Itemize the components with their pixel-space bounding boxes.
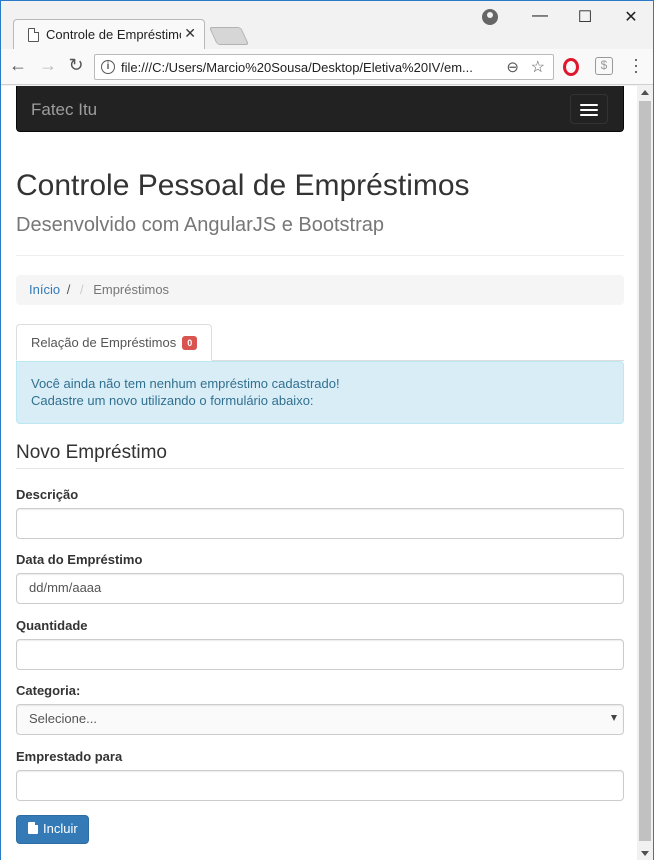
address-bar[interactable]: i file:///C:/Users/Marcio%20Sousa/Deskto… <box>94 54 554 80</box>
navbar-toggle-button[interactable] <box>570 94 608 124</box>
breadcrumb-current: Empréstimos <box>93 282 170 297</box>
info-alert: Você ainda não tem nenhum empréstimo cad… <box>16 361 624 424</box>
emprestado-para-input[interactable] <box>16 770 624 801</box>
categoria-label: Categoria: <box>16 683 81 698</box>
scroll-down-arrow-icon[interactable] <box>641 851 649 856</box>
hamburger-bar <box>580 109 598 111</box>
tab-title: Controle de Empréstimos <box>46 27 181 42</box>
form-title: Novo Empréstimo <box>16 442 624 469</box>
reload-icon[interactable]: ↻ <box>65 55 87 76</box>
page-header: Controle Pessoal de Empréstimos Desenvol… <box>16 166 624 256</box>
account-icon[interactable] <box>482 9 498 25</box>
page-title: Controle Pessoal de Empréstimos <box>16 169 470 202</box>
alert-line-2: Cadastre um novo utilizando o formulário… <box>31 393 314 408</box>
browser-toolbar: ← → ↻ i file:///C:/Users/Marcio%20Sousa/… <box>1 49 653 85</box>
title-bar: Controle de Empréstimos ✕ — ☐ ✕ <box>1 1 653 49</box>
new-tab-button[interactable] <box>208 27 250 45</box>
breadcrumb-separator: / <box>79 282 84 297</box>
scrollbar-thumb[interactable] <box>639 101 651 841</box>
close-button[interactable]: ✕ <box>616 7 646 27</box>
zoom-icon[interactable]: ⊖ <box>506 58 519 76</box>
alert-line-1: Você ainda não tem nenhum empréstimo cad… <box>31 376 340 391</box>
maximize-button[interactable]: ☐ <box>570 7 600 27</box>
bookmark-star-icon[interactable]: ☆ <box>531 57 545 77</box>
incluir-button[interactable]: Incluir <box>16 815 89 844</box>
hamburger-bar <box>580 114 598 116</box>
browser-window: Controle de Empréstimos ✕ — ☐ ✕ ← → ↻ i … <box>0 0 654 860</box>
tab-label: Relação de Empréstimos <box>31 335 177 350</box>
browser-menu-icon[interactable]: · · · <box>631 50 641 80</box>
emprestado-para-label: Emprestado para <box>16 749 123 764</box>
back-arrow-icon[interactable]: ← <box>7 55 29 76</box>
opera-extension-icon[interactable] <box>563 58 579 76</box>
minimize-button[interactable]: — <box>525 7 555 25</box>
quantidade-label: Quantidade <box>16 618 88 633</box>
chevron-down-icon <box>611 715 617 721</box>
scroll-up-arrow-icon[interactable] <box>641 90 649 95</box>
breadcrumb-separator: / <box>66 282 71 297</box>
breadcrumb: Início / / Empréstimos <box>16 275 624 305</box>
tab-relacao-emprestimos[interactable]: Relação de Empréstimos 0 <box>16 324 213 361</box>
quantidade-input[interactable] <box>16 639 624 670</box>
count-badge: 0 <box>182 336 198 350</box>
page-subtitle: Desenvolvido com AngularJS e Bootstrap <box>16 214 384 236</box>
descricao-label: Descrição <box>16 487 79 502</box>
hamburger-bar <box>580 104 598 106</box>
navbar: Fatec Itu <box>16 86 624 132</box>
file-icon <box>28 822 38 834</box>
url-text[interactable]: file:///C:/Users/Marcio%20Sousa/Desktop/… <box>121 60 501 75</box>
navbar-brand[interactable]: Fatec Itu <box>31 100 97 120</box>
tab-bar: Relação de Empréstimos 0 <box>16 324 624 361</box>
vertical-scrollbar[interactable] <box>637 86 653 860</box>
browser-tab[interactable]: Controle de Empréstimos ✕ <box>13 19 205 49</box>
breadcrumb-home-link[interactable]: Início <box>29 282 60 297</box>
dollar-extension-icon[interactable]: $ <box>595 57 613 75</box>
descricao-input[interactable] <box>16 508 624 539</box>
data-input[interactable]: dd/mm/aaaa <box>16 573 624 604</box>
categoria-selected-value: Selecione... <box>29 711 97 726</box>
tab-close-icon[interactable]: ✕ <box>184 25 196 42</box>
incluir-button-label: Incluir <box>43 821 78 836</box>
info-icon[interactable]: i <box>101 60 115 74</box>
data-label: Data do Empréstimo <box>16 552 143 567</box>
page-icon <box>28 28 39 42</box>
forward-arrow-icon[interactable]: → <box>37 55 59 76</box>
categoria-select[interactable]: Selecione... <box>16 704 624 735</box>
page-viewport: Fatec Itu Controle Pessoal de Empréstimo… <box>1 86 637 860</box>
